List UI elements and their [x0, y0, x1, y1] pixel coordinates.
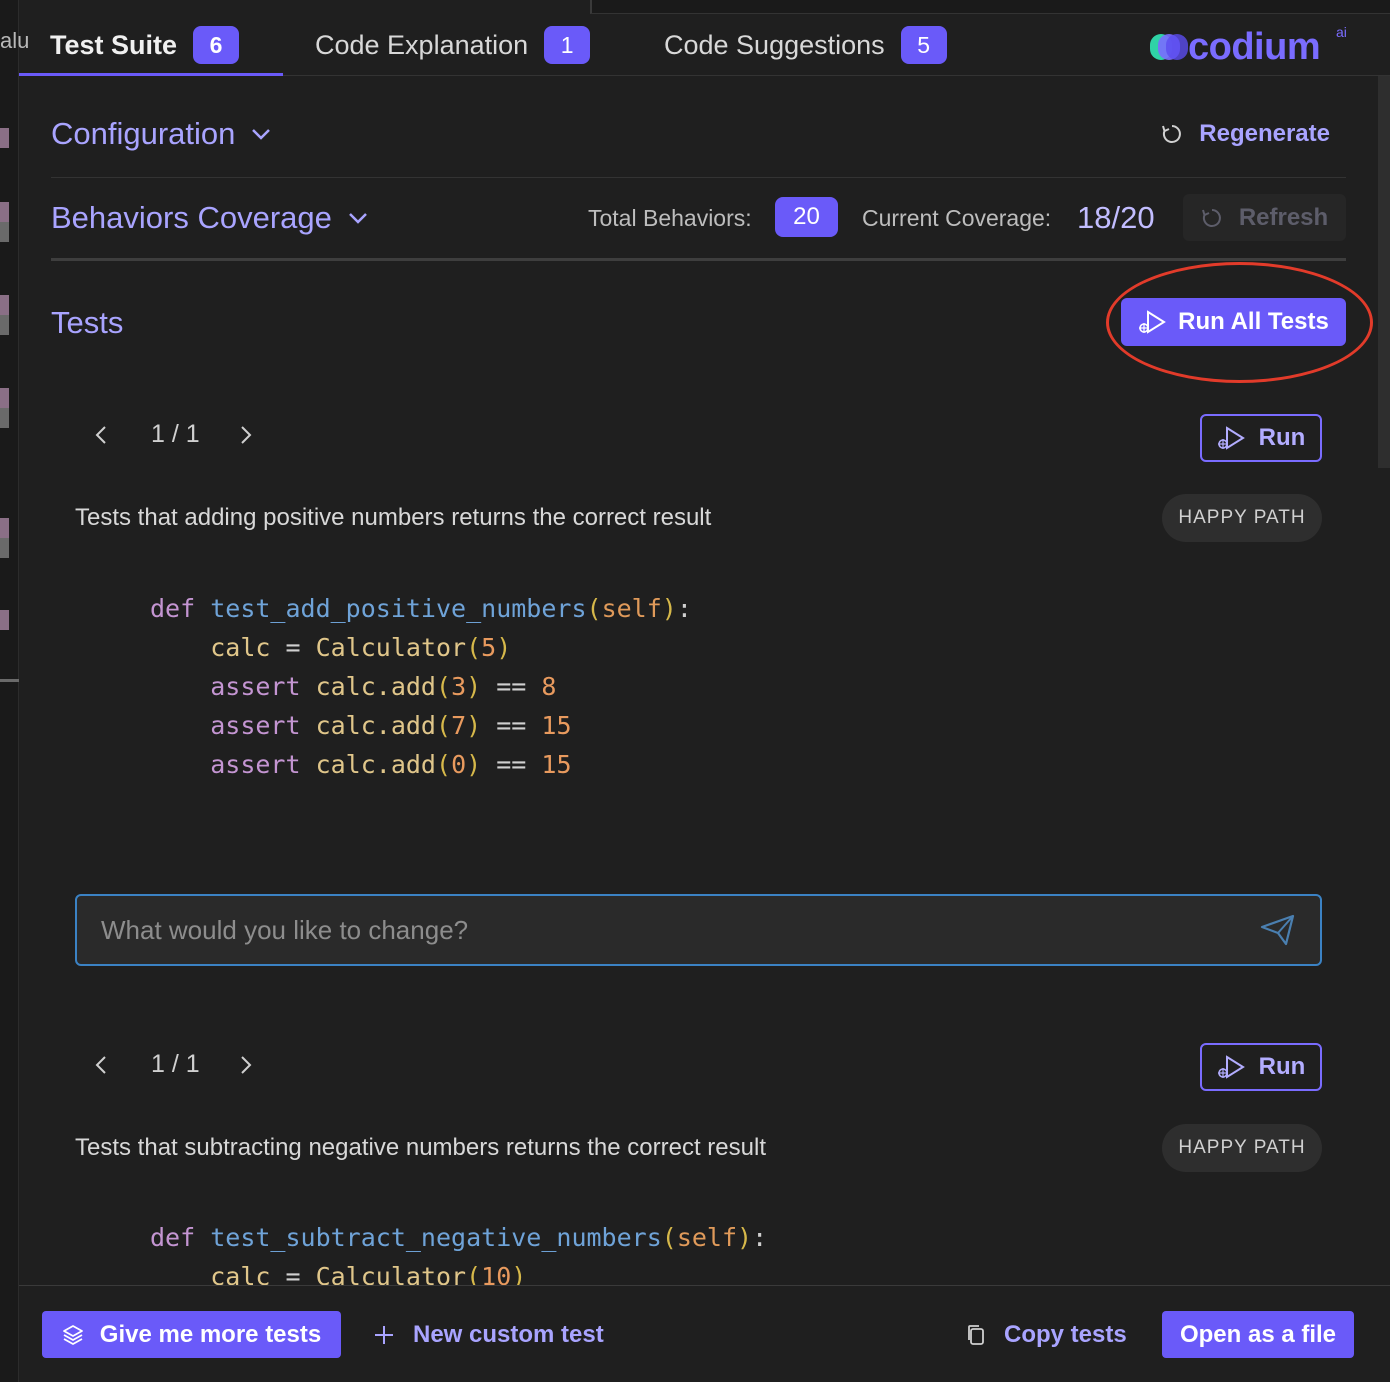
give-more-tests-label: Give me more tests	[99, 1320, 322, 1348]
run-label: Run	[1258, 1053, 1306, 1080]
open-as-file-button[interactable]: Open as a file	[1162, 1311, 1354, 1358]
gutter-marker	[0, 202, 9, 222]
tab-label: Code Explanation	[315, 29, 529, 60]
copy-icon	[968, 1324, 984, 1345]
test-tag-badge: HAPPY PATH	[1162, 1124, 1322, 1172]
behaviors-coverage-toggle[interactable]: Behaviors Coverage	[51, 200, 368, 236]
test-code-block: def test_add_positive_numbers(self): cal…	[150, 594, 692, 779]
test-description: Tests that adding positive numbers retur…	[75, 504, 712, 531]
copy-tests-button[interactable]: Copy tests	[966, 1311, 1127, 1358]
tab-label: Test Suite	[50, 29, 178, 60]
configuration-toggle[interactable]: Configuration	[51, 116, 271, 152]
copy-tests-label: Copy tests	[1004, 1320, 1127, 1348]
change-request-input[interactable]	[101, 914, 1260, 946]
tab-label: Code Suggestions	[664, 29, 885, 60]
chevron-left-icon[interactable]	[95, 425, 107, 445]
regenerate-button[interactable]: Regenerate	[1161, 120, 1330, 148]
gutter-dash	[0, 679, 19, 682]
pager-count: 1 / 1	[151, 1050, 200, 1078]
new-custom-test-button[interactable]: New custom test	[373, 1311, 604, 1358]
refresh-icon	[1201, 208, 1221, 227]
refresh-label: Refresh	[1238, 203, 1329, 231]
configuration-title: Configuration	[51, 116, 236, 151]
gutter-marker	[0, 610, 9, 630]
total-behaviors-badge: 20	[775, 197, 838, 237]
tab-code-explanation[interactable]: Code Explanation 1	[315, 14, 591, 76]
tests-title: Tests	[51, 305, 124, 340]
tab-count-badge: 1	[544, 26, 591, 64]
scrollbar-thumb[interactable]	[1378, 76, 1390, 468]
codium-logo: codium ai	[1150, 24, 1347, 68]
run-bug-icon	[1217, 426, 1245, 450]
gutter-marker	[0, 222, 9, 242]
run-bug-icon	[1139, 310, 1167, 334]
gutter-marker	[0, 518, 9, 538]
logo-ai-superscript: ai	[1336, 24, 1347, 40]
chevron-down-icon	[349, 213, 367, 224]
codium-logo-icon	[1150, 34, 1188, 60]
current-coverage-label: Current Coverage:	[862, 205, 1052, 231]
test-pager: 1 / 1	[95, 420, 252, 449]
chevron-down-icon	[252, 129, 271, 140]
give-more-tests-button[interactable]: Give me more tests	[42, 1311, 341, 1358]
tab-test-suite[interactable]: Test Suite 6	[50, 14, 240, 76]
refresh-icon	[1162, 125, 1182, 143]
run-bug-icon	[1217, 1055, 1245, 1079]
tab-count-badge: 5	[900, 26, 947, 64]
layers-icon	[62, 1324, 83, 1345]
behaviors-coverage-title: Behaviors Coverage	[51, 200, 332, 235]
editor-left-strip: alu	[0, 0, 29, 1382]
gutter-marker	[0, 128, 9, 148]
run-test-button[interactable]: Run	[1200, 414, 1322, 462]
test-pager: 1 / 1	[95, 1050, 252, 1079]
section-divider	[51, 177, 1346, 178]
gutter-marker	[0, 388, 9, 408]
new-custom-test-label: New custom test	[413, 1320, 604, 1348]
test-tag-badge: HAPPY PATH	[1162, 494, 1322, 542]
regenerate-label: Regenerate	[1199, 120, 1330, 147]
panel-top-edge	[590, 0, 1390, 14]
tests-section-title: Tests	[51, 305, 123, 341]
total-behaviors-label: Total Behaviors:	[588, 205, 752, 231]
run-all-tests-label: Run All Tests	[1178, 308, 1329, 335]
gutter-marker	[0, 538, 9, 558]
logo-wordmark: codium	[1188, 26, 1321, 68]
plus-icon	[375, 1325, 393, 1344]
current-coverage-value: 18/20	[1077, 200, 1155, 235]
gutter-marker	[0, 295, 9, 315]
run-test-button[interactable]: Run	[1200, 1043, 1322, 1091]
test-description: Tests that subtracting negative numbers …	[75, 1134, 766, 1161]
gutter-marker	[0, 408, 9, 428]
open-as-file-label: Open as a file	[1179, 1320, 1337, 1348]
chevron-right-icon[interactable]	[240, 425, 252, 445]
send-icon[interactable]	[1260, 913, 1296, 947]
pager-count: 1 / 1	[151, 420, 200, 448]
chevron-left-icon[interactable]	[95, 1055, 107, 1075]
gutter-marker	[0, 315, 9, 335]
section-divider	[51, 258, 1346, 261]
tab-count-badge: 6	[193, 26, 240, 64]
chevron-right-icon[interactable]	[240, 1055, 252, 1075]
refresh-button[interactable]: Refresh	[1183, 194, 1346, 241]
run-label: Run	[1258, 424, 1306, 451]
run-all-tests-button[interactable]: Run All Tests	[1121, 298, 1346, 346]
active-tab-underline	[19, 73, 283, 76]
tab-code-suggestions[interactable]: Code Suggestions 5	[664, 14, 947, 76]
change-request-field[interactable]	[75, 894, 1322, 966]
